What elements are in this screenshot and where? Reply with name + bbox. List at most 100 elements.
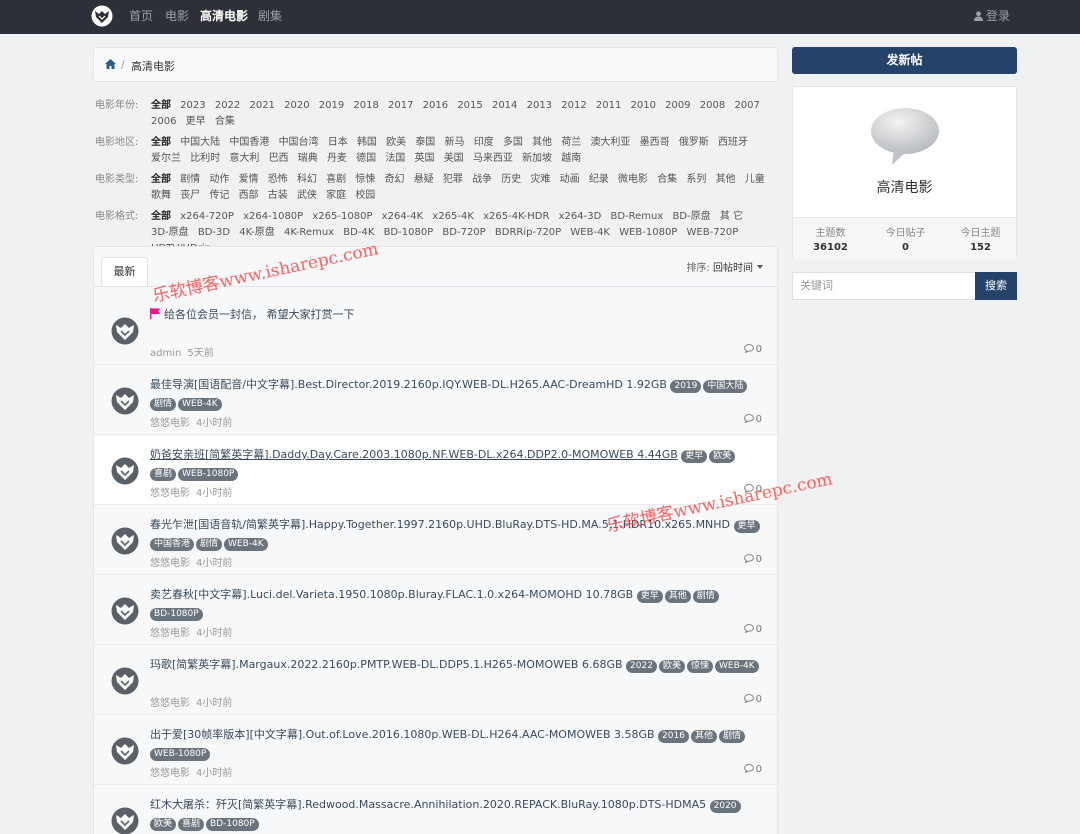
- nav-item-home[interactable]: 首页: [129, 7, 153, 24]
- filter-option[interactable]: 法国: [385, 153, 405, 164]
- filter-option[interactable]: 其他: [716, 174, 736, 185]
- filter-option[interactable]: 传记: [209, 190, 229, 201]
- filter-option[interactable]: 西部: [239, 190, 259, 201]
- filter-option[interactable]: BD-1080P: [384, 227, 434, 238]
- thread-tag[interactable]: WEB-4K: [224, 538, 268, 551]
- avatar[interactable]: [111, 807, 139, 834]
- thread-title[interactable]: 玛歌[简繁英字幕].Margaux.2022.2160p.PMTP.WEB-DL…: [150, 658, 623, 671]
- filter-option[interactable]: 4K-Remux: [284, 227, 334, 238]
- thread-row[interactable]: 红木大屠杀：歼灭[简繁英字幕].Redwood.Massacre.Annihil…: [94, 785, 777, 834]
- filter-option[interactable]: 2015: [457, 100, 482, 111]
- filter-option[interactable]: 2021: [249, 100, 274, 111]
- filter-option[interactable]: BD-3D: [198, 227, 230, 238]
- thread-tag[interactable]: WEB-1080P: [150, 748, 211, 761]
- thread-tag[interactable]: BD-1080P: [206, 818, 259, 831]
- filter-option[interactable]: 2017: [388, 100, 413, 111]
- thread-title[interactable]: 红木大屠杀：歼灭[简繁英字幕].Redwood.Massacre.Annihil…: [150, 798, 706, 811]
- filter-option[interactable]: 动画: [560, 174, 580, 185]
- filter-option[interactable]: 欧美: [386, 137, 406, 148]
- filter-option[interactable]: BD-原盘: [672, 211, 710, 222]
- thread-row[interactable]: 卖艺春秋[中文字幕].Luci.del.Varieta.1950.1080p.B…: [94, 575, 777, 645]
- thread-tag[interactable]: 喜剧: [178, 818, 205, 831]
- thread-author[interactable]: 悠悠电影: [150, 558, 190, 569]
- filter-option[interactable]: 新加坡: [522, 153, 552, 164]
- thread-tag[interactable]: 更早: [636, 590, 663, 603]
- thread-author[interactable]: 悠悠电影: [150, 768, 190, 779]
- filter-option[interactable]: 2013: [527, 100, 552, 111]
- filter-option[interactable]: x264-720P: [180, 211, 234, 222]
- filter-option[interactable]: 中国大陆: [180, 137, 220, 148]
- filter-option[interactable]: 2008: [700, 100, 725, 111]
- filter-option[interactable]: 俄罗斯: [679, 137, 709, 148]
- filter-option[interactable]: 2018: [353, 100, 378, 111]
- filter-option[interactable]: 比利时: [190, 153, 220, 164]
- filter-option[interactable]: 瑞典: [298, 153, 318, 164]
- filter-option[interactable]: 2010: [631, 100, 656, 111]
- filter-option[interactable]: 丹麦: [327, 153, 347, 164]
- filter-option[interactable]: x264-3D: [559, 211, 602, 222]
- thread-row[interactable]: 给各位会员一封信， 希望大家打赏一下 admin 5天前 0: [94, 295, 777, 365]
- filter-option[interactable]: 2014: [492, 100, 517, 111]
- thread-row[interactable]: 出于爱[30帧率版本][中文字幕].Out.of.Love.2016.1080p…: [94, 715, 777, 785]
- filter-option[interactable]: 荷兰: [561, 137, 581, 148]
- filter-option[interactable]: 3D-原盘: [151, 227, 189, 238]
- thread-tag[interactable]: 更早: [681, 450, 708, 463]
- thread-title[interactable]: 奶爸安亲班[简繁英字幕].Daddy.Day.Care.2003.1080p.N…: [150, 448, 678, 461]
- avatar[interactable]: [111, 737, 139, 765]
- thread-author[interactable]: 悠悠电影: [150, 698, 190, 709]
- thread-author[interactable]: 悠悠电影: [150, 488, 190, 499]
- filter-option[interactable]: 日本: [328, 137, 348, 148]
- filter-option[interactable]: x265-1080P: [312, 211, 372, 222]
- avatar[interactable]: [111, 387, 139, 415]
- site-logo-icon[interactable]: [91, 5, 113, 27]
- avatar[interactable]: [111, 457, 139, 485]
- filter-option[interactable]: 英国: [415, 153, 435, 164]
- filter-option[interactable]: 儿童: [745, 174, 765, 185]
- filter-option[interactable]: 2007: [734, 100, 759, 111]
- filter-option[interactable]: 动作: [209, 174, 229, 185]
- filter-option[interactable]: 奇幻: [385, 174, 405, 185]
- filter-option[interactable]: 其 它: [720, 211, 743, 222]
- thread-tag[interactable]: 中国大陆: [703, 380, 748, 393]
- filter-option[interactable]: BDRRip-720P: [495, 227, 561, 238]
- filter-option[interactable]: 全部: [151, 100, 171, 111]
- filter-option[interactable]: 历史: [501, 174, 521, 185]
- thread-title[interactable]: 出于爱[30帧率版本][中文字幕].Out.of.Love.2016.1080p…: [150, 728, 655, 741]
- filter-option[interactable]: 武侠: [297, 190, 317, 201]
- thread-tag[interactable]: 剧情: [718, 730, 745, 743]
- avatar[interactable]: [111, 667, 139, 695]
- filter-option[interactable]: 泰国: [415, 137, 435, 148]
- filter-option[interactable]: 科幻: [297, 174, 317, 185]
- filter-option[interactable]: x265-4K-HDR: [483, 211, 549, 222]
- thread-tag[interactable]: WEB-4K: [714, 660, 759, 673]
- nav-item-movies[interactable]: 电影: [165, 7, 189, 24]
- filter-option[interactable]: 爱尔兰: [151, 153, 181, 164]
- thread-title[interactable]: 卖艺春秋[中文字幕].Luci.del.Varieta.1950.1080p.B…: [150, 588, 633, 601]
- avatar[interactable]: [111, 317, 139, 345]
- filter-option[interactable]: BD-Remux: [610, 211, 663, 222]
- filter-option[interactable]: 悬疑: [414, 174, 434, 185]
- filter-option[interactable]: 丧尸: [180, 190, 200, 201]
- filter-option[interactable]: x264-1080P: [243, 211, 303, 222]
- filter-option[interactable]: 意大利: [229, 153, 259, 164]
- filter-option[interactable]: 恐怖: [268, 174, 288, 185]
- filter-option[interactable]: 中国台湾: [279, 137, 319, 148]
- thread-tag[interactable]: WEB-1080P: [178, 468, 239, 481]
- filter-option[interactable]: 合集: [215, 116, 235, 127]
- filter-option[interactable]: 纪录: [589, 174, 609, 185]
- thread-author[interactable]: admin: [150, 348, 181, 359]
- filter-option[interactable]: 微电影: [618, 174, 648, 185]
- thread-tag[interactable]: BD-1080P: [150, 608, 203, 621]
- filter-option[interactable]: 越南: [561, 153, 581, 164]
- tab-latest[interactable]: 最新: [101, 257, 148, 287]
- filter-option[interactable]: x265-4K: [432, 211, 474, 222]
- thread-tag[interactable]: 剧情: [196, 538, 223, 551]
- filter-option[interactable]: 惊悚: [355, 174, 375, 185]
- thread-tag[interactable]: 2022: [626, 660, 657, 673]
- thread-tag[interactable]: 更早: [733, 520, 760, 533]
- filter-option[interactable]: 战争: [472, 174, 492, 185]
- filter-option[interactable]: 2020: [284, 100, 309, 111]
- filter-option[interactable]: 全部: [151, 137, 171, 148]
- filter-option[interactable]: 全部: [151, 211, 171, 222]
- filter-option[interactable]: 剧情: [180, 174, 200, 185]
